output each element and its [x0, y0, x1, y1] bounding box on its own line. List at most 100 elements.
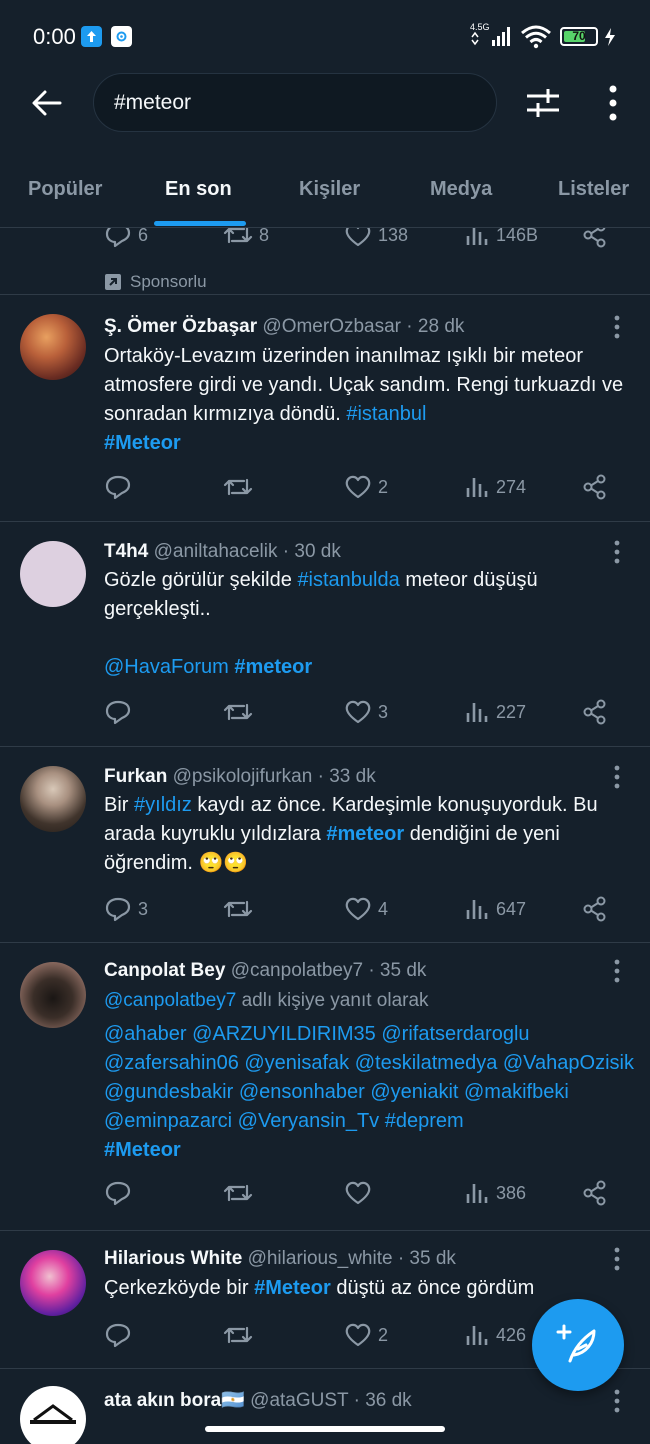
- views-button[interactable]: 227: [464, 699, 526, 725]
- tweet-time: · 30 dk: [282, 541, 341, 562]
- tweet[interactable]: Furkan @psikolojifurkan · 33 dk Bir #yıl…: [0, 746, 650, 942]
- author-name[interactable]: ata akın bora: [104, 1390, 221, 1411]
- tab-popular[interactable]: Popüler: [28, 178, 102, 201]
- hashtag-link[interactable]: #yıldız: [134, 794, 192, 816]
- like-button[interactable]: 4: [344, 896, 388, 922]
- like-button[interactable]: [344, 1180, 378, 1206]
- avatar[interactable]: [20, 314, 86, 380]
- back-arrow-icon[interactable]: [30, 86, 64, 120]
- tweet[interactable]: T4h4 @aniltahacelik · 30 dk Gözle görülü…: [0, 521, 650, 746]
- like-button[interactable]: 2: [344, 474, 388, 500]
- avatar[interactable]: [20, 1250, 86, 1316]
- tab-latest[interactable]: En son: [165, 178, 232, 201]
- reply-button[interactable]: [104, 1322, 138, 1348]
- avatar[interactable]: [20, 541, 86, 607]
- views-button[interactable]: 146B: [464, 228, 538, 248]
- tweet-feed[interactable]: 6 8 138 146B Sponsorlu Ş. Ömer Özbaşar @…: [0, 228, 650, 1444]
- tweet-more-icon[interactable]: [611, 539, 623, 565]
- like-button[interactable]: 3: [344, 699, 388, 725]
- author-name[interactable]: Furkan: [104, 766, 167, 787]
- hashtag-link[interactable]: #istanbulda: [297, 569, 399, 591]
- search-filter-icon[interactable]: [524, 84, 562, 122]
- author-handle[interactable]: @hilarious_white: [248, 1248, 393, 1269]
- reply-button[interactable]: [104, 1180, 138, 1206]
- view-count: 146B: [496, 228, 539, 245]
- tweet-more-icon[interactable]: [611, 1246, 623, 1272]
- upload-notification-icon: [81, 26, 102, 47]
- views-chart-icon: [466, 228, 488, 245]
- share-icon[interactable]: [581, 228, 609, 248]
- author-name[interactable]: Canpolat Bey: [104, 960, 225, 981]
- battery-icon: 70: [560, 27, 598, 46]
- hashtag-link[interactable]: #Meteor: [254, 1277, 331, 1299]
- avatar[interactable]: [20, 1386, 86, 1444]
- views-button[interactable]: 386: [464, 1180, 526, 1206]
- author-handle[interactable]: @aniltahacelik: [154, 541, 278, 562]
- tweet[interactable]: Ş. Ömer Özbaşar @OmerOzbasar · 28 dk Ort…: [0, 294, 650, 520]
- mention-list[interactable]: @ahaber @ARZUYILDIRIM35 @rifatserdaroglu…: [104, 1023, 634, 1132]
- views-button[interactable]: 647: [464, 896, 526, 922]
- retweet-button[interactable]: [223, 699, 259, 725]
- tab-people[interactable]: Kişiler: [299, 178, 360, 201]
- hashtag-link[interactable]: #meteor: [234, 656, 312, 678]
- author-handle[interactable]: @psikolojifurkan: [173, 766, 313, 787]
- retweet-button[interactable]: [223, 474, 259, 500]
- retweet-icon: [223, 1326, 253, 1344]
- avatar[interactable]: [20, 962, 86, 1028]
- author-handle[interactable]: @canpolatbey7: [231, 960, 363, 981]
- share-icon[interactable]: [581, 896, 609, 922]
- share-icon[interactable]: [581, 699, 609, 725]
- tweet-header: T4h4 @aniltahacelik · 30 dk: [104, 541, 341, 563]
- share-icon[interactable]: [581, 474, 609, 500]
- like-button[interactable]: 138: [344, 228, 408, 248]
- view-count: 386: [496, 1182, 527, 1203]
- author-handle[interactable]: @OmerOzbasar: [262, 316, 401, 337]
- retweet-button[interactable]: [223, 896, 259, 922]
- tweet[interactable]: Canpolat Bey @canpolatbey7 · 35 dk @canp…: [0, 942, 650, 1230]
- author-name[interactable]: Hilarious White: [104, 1248, 242, 1269]
- hashtag-link[interactable]: #Meteor: [104, 432, 181, 454]
- search-input[interactable]: #meteor: [93, 73, 497, 132]
- compose-tweet-button[interactable]: [532, 1299, 624, 1391]
- reply-button[interactable]: 3: [104, 896, 148, 922]
- reply-context: @canpolatbey7 adlı kişiye yanıt olarak: [104, 986, 634, 1015]
- retweet-button[interactable]: [223, 1322, 259, 1348]
- tab-media[interactable]: Medya: [430, 178, 492, 201]
- author-handle[interactable]: @ataGUST: [250, 1390, 348, 1411]
- share-icon[interactable]: [581, 1180, 609, 1206]
- views-chart-icon: [466, 1184, 488, 1203]
- hashtag-link[interactable]: #istanbul: [346, 403, 426, 425]
- hashtag-link[interactable]: #meteor: [326, 823, 404, 845]
- promoted-icon: [105, 274, 121, 290]
- author-name[interactable]: Ş. Ömer Özbaşar: [104, 316, 257, 337]
- tweet-more-icon[interactable]: [611, 314, 623, 340]
- reply-button[interactable]: 6: [104, 228, 148, 248]
- mention-link[interactable]: @HavaForum: [104, 656, 229, 678]
- reply-count: 6: [138, 228, 149, 245]
- tweet-actions: 3 227: [104, 699, 624, 731]
- mention-link[interactable]: @canpolatbey7: [104, 990, 236, 1011]
- retweet-button[interactable]: [223, 1180, 259, 1206]
- tweet-time: · 36 dk: [353, 1390, 412, 1411]
- tweet-text: Ortaköy-Levazım üzerinden inanılmaz ışık…: [104, 342, 634, 458]
- tweet-text: Gözle görülür şekilde #istanbulda meteor…: [104, 566, 634, 682]
- tab-lists[interactable]: Listeler: [558, 178, 629, 201]
- author-name[interactable]: T4h4: [104, 541, 148, 562]
- home-indicator[interactable]: [205, 1426, 445, 1432]
- hashtag-link[interactable]: #Meteor: [104, 1139, 181, 1161]
- views-button[interactable]: 274: [464, 474, 526, 500]
- heart-icon: [345, 700, 371, 724]
- reply-button[interactable]: [104, 474, 138, 500]
- tweet-more-icon[interactable]: [611, 958, 623, 984]
- tweet-more-icon[interactable]: [611, 1388, 623, 1414]
- views-button[interactable]: 426: [464, 1322, 526, 1348]
- retweet-button[interactable]: 8: [223, 228, 269, 248]
- retweet-icon: [223, 1184, 253, 1202]
- like-button[interactable]: 2: [344, 1322, 388, 1348]
- more-options-icon[interactable]: [600, 84, 626, 122]
- tweet-more-icon[interactable]: [611, 764, 623, 790]
- reply-button[interactable]: [104, 699, 138, 725]
- reply-icon: [105, 700, 131, 725]
- views-chart-icon: [466, 703, 488, 722]
- avatar[interactable]: [20, 766, 86, 832]
